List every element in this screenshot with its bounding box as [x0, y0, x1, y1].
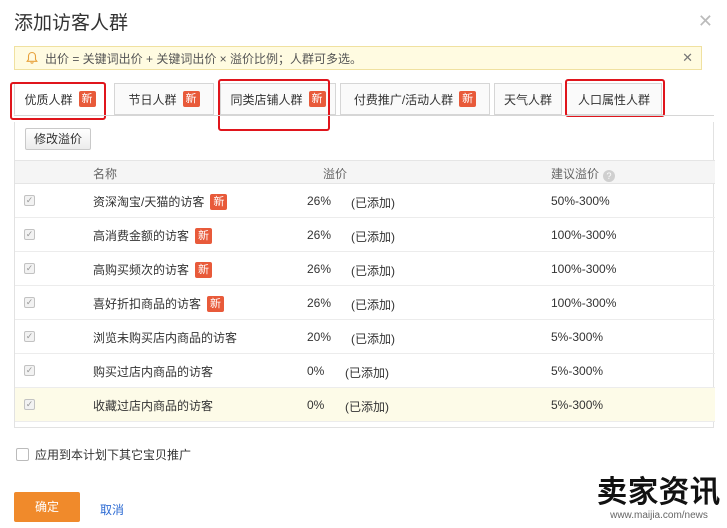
row-name: 喜好折扣商品的访客新	[93, 295, 225, 312]
row-name-text: 浏览未购买店内商品的访客	[93, 331, 238, 345]
row-added-status: (已添加)	[351, 332, 395, 346]
row-added-status: (已添加)	[351, 196, 395, 210]
dialog-title: 添加访客人群	[14, 13, 129, 34]
row-premium: 26%	[307, 194, 332, 208]
tab-weather[interactable]: 天气人群	[494, 83, 562, 115]
row-name: 收藏过店内商品的访客	[93, 397, 213, 414]
row-name: 浏览未购买店内商品的访客	[93, 329, 237, 346]
row-premium: 0%	[307, 364, 325, 378]
row-name-text: 高消费金额的访客	[93, 229, 190, 243]
row-premium: 26%	[307, 296, 332, 310]
row-name: 高购买频次的访客新	[93, 261, 213, 278]
notice-text: 出价 = 关键词出价 + 关键词出价 × 溢价比例；人群可多选。	[45, 51, 363, 66]
row-checkbox[interactable]: ✓	[24, 195, 35, 206]
row-checkbox[interactable]: ✓	[24, 331, 35, 342]
tab-label: 天气人群	[503, 92, 552, 107]
row-name-text: 购买过店内商品的访客	[93, 365, 214, 379]
row-premium: 26%	[307, 228, 332, 242]
row-name: 购买过店内商品的访客	[93, 363, 213, 380]
tab-label: 节日人群	[128, 92, 177, 107]
row-suggest: 5%-300%	[551, 398, 604, 412]
tab-paid-promo[interactable]: 付费推广/活动人群 新	[340, 83, 490, 115]
row-checkbox[interactable]: ✓	[24, 399, 35, 410]
table-row[interactable]: ✓ 高购买频次的访客新 26% (已添加) 100%-300%	[15, 252, 715, 286]
table-row[interactable]: ✓ 高消费金额的访客新 26% (已添加) 100%-300%	[15, 218, 715, 252]
notice-close-icon[interactable]: ✕	[682, 50, 693, 66]
table-row[interactable]: ✓ 购买过店内商品的访客 0% (已添加) 5%-300%	[15, 354, 715, 388]
new-badge: 新	[182, 91, 200, 107]
row-name-text: 喜好折扣商品的访客	[93, 297, 202, 311]
watermark-logo: 卖家资讯 www.maijia.com/news	[594, 476, 724, 521]
close-icon[interactable]: ✕	[698, 12, 713, 30]
apply-label: 应用到本计划下其它宝贝推广	[35, 448, 192, 462]
header-suggest-label: 建议溢价	[551, 167, 600, 181]
row-suggest: 5%-300%	[551, 330, 604, 344]
header-name: 名称	[93, 167, 118, 181]
row-added-status: (已添加)	[345, 400, 389, 414]
edit-premium-button[interactable]: 修改溢价	[25, 128, 92, 150]
row-name: 高消费金额的访客新	[93, 227, 213, 244]
new-badge: 新	[210, 193, 228, 210]
bell-icon	[26, 51, 38, 64]
crowd-panel: 修改溢价 名称 溢价 建议溢价? ✓ 资深淘宝/天猫的访客新 26% (已添加)…	[14, 122, 715, 428]
new-badge: 新	[195, 261, 213, 278]
table-row[interactable]: ✓ 浏览未购买店内商品的访客 20% (已添加) 5%-300%	[15, 320, 715, 354]
row-suggest: 100%-300%	[551, 262, 617, 276]
row-name-text: 高购买频次的访客	[93, 263, 190, 277]
cancel-link[interactable]: 取消	[100, 501, 124, 518]
table-row[interactable]: ✓ 喜好折扣商品的访客新 26% (已添加) 100%-300%	[15, 286, 715, 320]
row-suggest: 100%-300%	[551, 228, 617, 242]
watermark-text: 卖家资讯	[597, 476, 721, 509]
row-suggest: 100%-300%	[551, 296, 617, 310]
table-header: 名称 溢价 建议溢价?	[15, 160, 715, 184]
row-suggest: 50%-300%	[551, 194, 610, 208]
watermark-url: www.maijia.com/news	[610, 510, 708, 521]
checkbox-box[interactable]	[16, 448, 29, 461]
row-checkbox[interactable]: ✓	[24, 297, 35, 308]
table-row[interactable]: ✓ 资深淘宝/天猫的访客新 26% (已添加) 50%-300%	[15, 184, 715, 218]
tab-divider	[14, 115, 714, 116]
row-premium: 20%	[307, 330, 332, 344]
row-checkbox[interactable]: ✓	[24, 263, 35, 274]
row-added-status: (已添加)	[351, 298, 395, 312]
notice-bar: 出价 = 关键词出价 + 关键词出价 × 溢价比例；人群可多选。 ✕	[14, 46, 702, 70]
new-badge: 新	[459, 91, 477, 107]
new-badge: 新	[195, 227, 213, 244]
row-added-status: (已添加)	[345, 366, 389, 380]
tab-label: 付费推广/活动人群	[353, 92, 454, 107]
table-row[interactable]: ✓ 收藏过店内商品的访客 0% (已添加) 5%-300%	[15, 388, 715, 422]
row-name-text: 资深淘宝/天猫的访客	[93, 195, 205, 209]
tab-holiday[interactable]: 节日人群 新	[114, 83, 214, 115]
apply-to-others-checkbox[interactable]: 应用到本计划下其它宝贝推广	[16, 446, 191, 463]
help-icon[interactable]: ?	[603, 170, 616, 182]
row-added-status: (已添加)	[351, 264, 395, 278]
highlight-box	[565, 79, 665, 117]
row-suggest: 5%-300%	[551, 364, 604, 378]
new-badge: 新	[207, 295, 225, 312]
row-checkbox[interactable]: ✓	[24, 365, 35, 376]
row-premium: 26%	[307, 262, 332, 276]
row-checkbox[interactable]: ✓	[24, 229, 35, 240]
row-name-text: 收藏过店内商品的访客	[93, 399, 214, 413]
header-suggest: 建议溢价?	[551, 165, 616, 182]
confirm-button[interactable]: 确定	[14, 492, 80, 522]
row-name: 资深淘宝/天猫的访客新	[93, 193, 228, 210]
row-added-status: (已添加)	[351, 230, 395, 244]
row-premium: 0%	[307, 398, 325, 412]
header-premium: 溢价	[323, 167, 348, 181]
